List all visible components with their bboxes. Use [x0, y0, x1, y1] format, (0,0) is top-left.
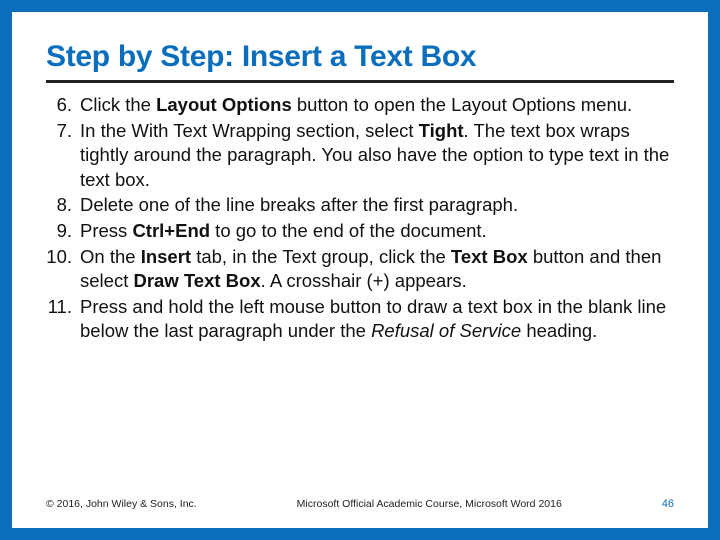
step-number: 7.: [46, 119, 80, 193]
step-number: 8.: [46, 193, 80, 218]
step-body: Delete one of the line breaks after the …: [80, 193, 674, 218]
footer-copyright: © 2016, John Wiley & Sons, Inc.: [46, 498, 197, 510]
step-item: 9. Press Ctrl+End to go to the end of th…: [46, 219, 674, 244]
slide: Step by Step: Insert a Text Box 6. Click…: [12, 12, 708, 528]
step-body: Press and hold the left mouse button to …: [80, 295, 674, 344]
step-list: 6. Click the Layout Options button to op…: [46, 93, 674, 344]
step-item: 10. On the Insert tab, in the Text group…: [46, 245, 674, 294]
step-item: 8. Delete one of the line breaks after t…: [46, 193, 674, 218]
step-number: 10.: [46, 245, 80, 294]
slide-title: Step by Step: Insert a Text Box: [46, 40, 674, 83]
step-number: 9.: [46, 219, 80, 244]
step-number: 11.: [46, 295, 80, 344]
footer-page-number: 46: [662, 498, 674, 510]
slide-content: 6. Click the Layout Options button to op…: [46, 93, 674, 492]
step-number: 6.: [46, 93, 80, 118]
slide-footer: © 2016, John Wiley & Sons, Inc. Microsof…: [46, 492, 674, 510]
step-body: On the Insert tab, in the Text group, cl…: [80, 245, 674, 294]
step-body: Click the Layout Options button to open …: [80, 93, 674, 118]
step-item: 7. In the With Text Wrapping section, se…: [46, 119, 674, 193]
step-item: 6. Click the Layout Options button to op…: [46, 93, 674, 118]
step-body: Press Ctrl+End to go to the end of the d…: [80, 219, 674, 244]
step-item: 11. Press and hold the left mouse button…: [46, 295, 674, 344]
footer-course: Microsoft Official Academic Course, Micr…: [197, 498, 662, 510]
step-body: In the With Text Wrapping section, selec…: [80, 119, 674, 193]
